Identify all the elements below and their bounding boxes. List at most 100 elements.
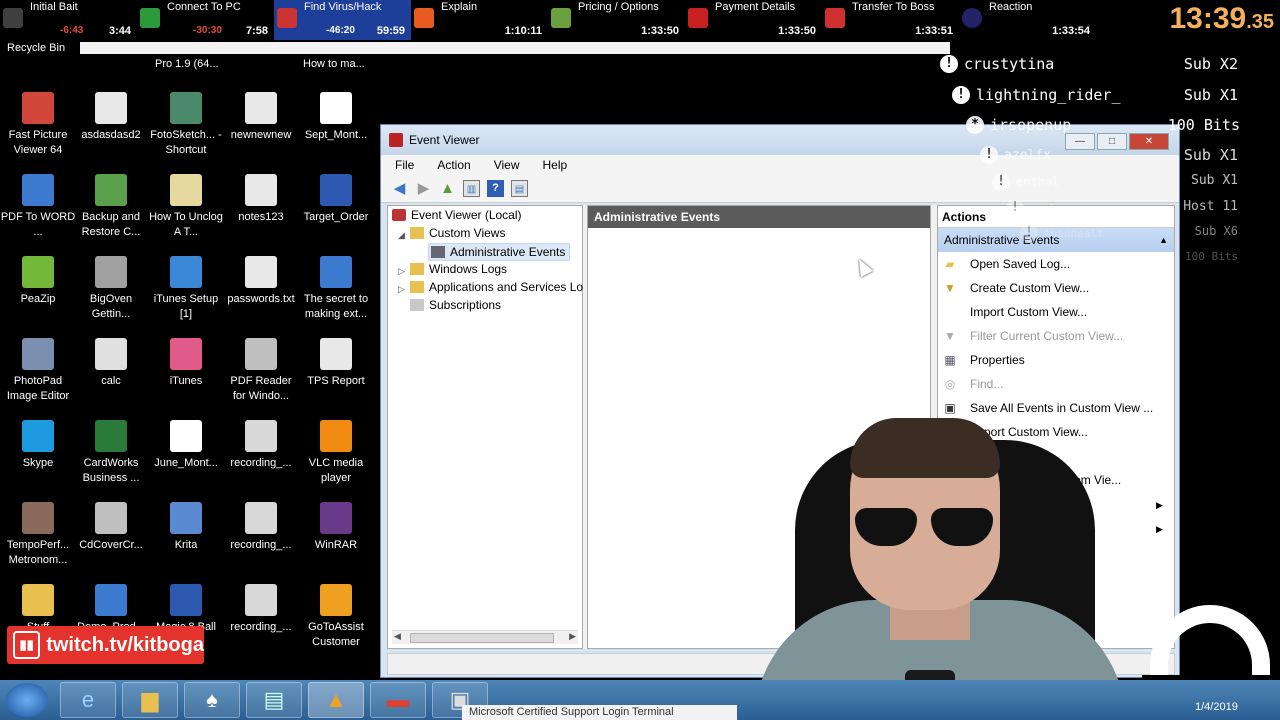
desktop-icon-label: iTunes [169,375,203,387]
up-folder-icon[interactable]: ▲ [439,180,456,197]
start-button[interactable] [6,683,48,717]
menu-view[interactable]: View [480,158,529,172]
desktop-label[interactable]: How to ma... [303,58,365,72]
desktop-icon[interactable]: iTunes Setup [1] [148,256,224,322]
split-payment-details: Payment Details 1:33:50 [685,0,822,40]
desktop-icon-image [95,174,127,206]
toolbox-icon[interactable]: ▬ [370,682,426,718]
alert-amount: 100 Bits [1185,250,1238,263]
desktop-icon[interactable]: passwords.txt [223,256,299,307]
desktop-icon[interactable]: newnewnew [223,92,299,143]
forward-arrow-icon[interactable]: ▶ [415,180,432,197]
desktop-icon-image [22,420,54,452]
scroll-thumb[interactable] [410,633,554,643]
desktop-icon[interactable]: Target_Order [298,174,374,225]
desktop-icon[interactable]: recording_... [223,502,299,553]
desktop-icon[interactable]: iTunes [148,338,224,389]
desktop-icon[interactable]: CdCoverCr... [73,502,149,553]
action-label: Filter Current Custom View... [970,329,1124,343]
submenu-arrow-icon[interactable]: ▶ [1156,524,1163,535]
gotoassist-icon[interactable]: ▲ [308,682,364,718]
taskbar-tooltip: Microsoft Certified Support Login Termin… [462,705,737,720]
event-viewer-icon [389,133,403,147]
action-item[interactable]: ▦ Properties [942,350,1025,370]
taskbar-date[interactable]: 1/4/2019 [1195,701,1238,713]
help-icon[interactable]: ? [487,180,504,197]
desktop-icon[interactable]: recording_... [223,420,299,471]
expand-arrow-icon[interactable]: ▷ [398,266,405,277]
desktop-icon[interactable]: June_Mont... [148,420,224,471]
funnel-icon: ▼ [944,329,956,343]
desktop-icon[interactable]: Krita [148,502,224,553]
desktop-icon-image [170,420,202,452]
tree-item-custom-views[interactable]: Custom Views [410,226,505,240]
scroll-left-icon[interactable]: ◀ [394,631,401,642]
desktop-icon[interactable]: Sept_Mont... [298,92,374,143]
desktop-icon[interactable]: notes123 [223,174,299,225]
alert-username: errh [1030,201,1057,215]
tree-item-applications-services[interactable]: Applications and Services Lo [410,280,583,294]
desktop-icon[interactable]: WinRAR [298,502,374,553]
desktop-label[interactable]: Pro 1.9 (64... [155,58,219,72]
solitaire-icon[interactable]: ♠ [184,682,240,718]
desktop-icon-label: asdasdasd2 [81,129,141,141]
tree-item-subscriptions[interactable]: Subscriptions [410,298,501,312]
desktop-icon[interactable]: calc [73,338,149,389]
alert-amount: Sub X1 [1191,173,1238,188]
desktop-icon[interactable]: TPS Report [298,338,374,389]
desktop-icon[interactable]: BigOven Gettin... [73,256,149,322]
virus-icon [277,8,297,28]
alert-username: irsopenup [990,116,1072,134]
split-find-virus-hack: Find Virus/Hack -46:20 59:59 [274,0,411,40]
desktop-icon[interactable]: Skype [0,420,76,471]
desktop-icon-image [170,338,202,370]
menu-action[interactable]: Action [423,158,479,172]
desktop-icon[interactable]: PDF To WORD ... [0,174,76,240]
split-name: Connect To PC [167,1,241,13]
desktop-icon[interactable]: PhotoPad Image Editor [0,338,76,404]
file-explorer-icon[interactable]: ▆ [122,682,178,718]
desktop-icon-image [95,256,127,288]
split-time: 1:33:51 [915,25,953,37]
document-app-icon[interactable]: ▤ [246,682,302,718]
action-item[interactable]: Import Custom View... [942,302,1087,322]
alert-icon: ! [1006,199,1024,217]
tree-item-root[interactable]: Event Viewer (Local) [392,208,522,222]
alert-username: lightning_rider_ [976,86,1121,104]
split-name: Find Virus/Hack [304,1,382,13]
desktop-icon[interactable]: Fast Picture Viewer 64 [0,92,76,158]
show-tree-icon[interactable]: ▥ [463,180,480,197]
expand-arrow-icon[interactable]: ▷ [398,284,405,295]
internet-explorer-icon[interactable]: e [60,682,116,718]
desktop-icon[interactable]: FotoSketch... - Shortcut [148,92,224,158]
back-arrow-icon[interactable]: ◀ [391,180,408,197]
collapse-arrow-icon[interactable]: ◢ [398,230,405,241]
desktop-icon[interactable]: PDF Reader for Windo... [223,338,299,404]
tree-item-administrative-events[interactable]: Administrative Events [428,243,571,261]
desktop-icon[interactable]: Backup and Restore C... [73,174,149,240]
action-item[interactable]: ▼ Create Custom View... [942,278,1089,298]
desktop-icon[interactable]: GoToAssist Customer [298,584,374,650]
tree-item-windows-logs[interactable]: Windows Logs [410,262,507,276]
desktop-icon[interactable]: asdasdasd2 [73,92,149,143]
action-label: Properties [970,353,1025,367]
desktop-icon[interactable]: PeaZip [0,256,76,307]
desktop-icon-image [320,420,352,452]
folder-icon [410,263,424,275]
desktop-icon[interactable]: How To Unclog A T... [148,174,224,240]
desktop-icon[interactable]: TempoPerf... Metronom... [0,502,76,568]
show-action-pane-icon[interactable]: ▤ [511,180,528,197]
desktop-icon[interactable]: CardWorks Business ... [73,420,149,486]
speedrun-timer: 13:39.35 [1169,2,1274,36]
scroll-right-icon[interactable]: ▶ [569,631,576,642]
menu-file[interactable]: File [381,158,423,172]
menu-help[interactable]: Help [529,158,577,172]
horizontal-scrollbar[interactable]: ◀ ▶ [392,630,578,644]
desktop-icon-label: notes123 [238,211,284,223]
desktop-label[interactable]: Recycle Bin [7,42,65,56]
desktop-icon[interactable]: VLC media player [298,420,374,486]
desktop-icon[interactable]: The secret to making ext... [298,256,374,322]
desktop-icon[interactable]: recording_... [223,584,299,635]
submenu-arrow-icon[interactable]: ▶ [1156,500,1163,511]
desktop-icon-image [170,92,202,124]
